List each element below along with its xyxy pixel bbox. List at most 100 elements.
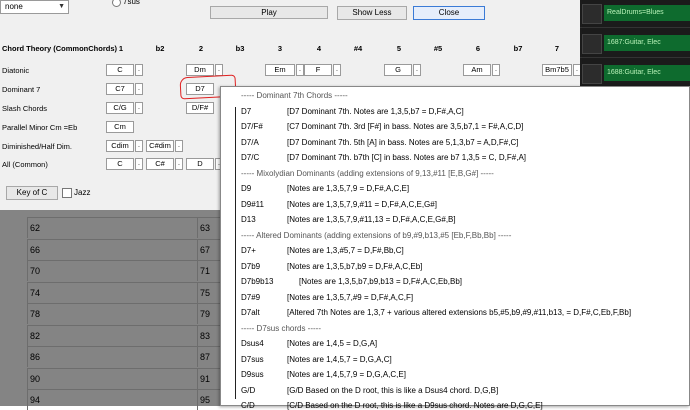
- chord-button[interactable]: Bm7b5: [542, 64, 572, 76]
- degree-header: 5: [396, 44, 402, 53]
- popup-menu-item[interactable]: D7b9b13 [Notes are 1,3,5,b7,b9,b13 = D,F#…: [241, 277, 462, 286]
- track-panel: RealDrums=Blues 1687:Guitar, Elec 1688:G…: [580, 0, 690, 90]
- popup-menu-item[interactable]: D7/C [D7 Dominant 7th. b7th [C] in bass. …: [241, 153, 526, 162]
- popup-menu-item[interactable]: D7b9 [Notes are 1,3,5,b7,b9 = D,F#,A,C,Eb…: [241, 262, 422, 271]
- popup-menu-item[interactable]: G/D [G/D Based on the D root, this is lik…: [241, 386, 498, 395]
- bar-number-cell[interactable]: 74: [27, 281, 197, 303]
- chord-button[interactable]: C: [106, 64, 134, 76]
- bar-number-cell[interactable]: 62: [27, 217, 197, 238]
- jazz-checkbox[interactable]: [62, 188, 72, 198]
- track-icon: [582, 4, 602, 24]
- chord-menu-button[interactable]: .: [135, 64, 143, 76]
- chord-menu-button[interactable]: .: [135, 140, 143, 152]
- chord-button[interactable]: D: [186, 158, 214, 170]
- track-icon: [582, 64, 602, 84]
- chord-menu-button[interactable]: .: [175, 140, 183, 152]
- chord-menu-button[interactable]: .: [492, 64, 500, 76]
- chord-description: [C7 Dominant 7th. 3rd [F#] in bass. Note…: [287, 122, 524, 131]
- chord-suggestion-popup: ----- Dominant 7th Chords ----- D7 [D7 Dom…: [220, 86, 690, 410]
- popup-menu-item[interactable]: D7/A [D7 Dominant 7th. 5th [A] in bass. N…: [241, 138, 518, 147]
- bar-number-cell[interactable]: 90: [27, 367, 197, 389]
- bar-number-cell[interactable]: 94: [27, 389, 197, 410]
- show-less-button[interactable]: Show Less: [337, 6, 407, 20]
- chord-menu-button[interactable]: .: [413, 64, 421, 76]
- chord-name: D7/C: [241, 153, 260, 162]
- chord-button[interactable]: Am: [463, 64, 491, 76]
- chord-name: D7: [241, 106, 252, 116]
- degree-header: 7: [554, 44, 560, 53]
- chord-name: D9#11: [241, 199, 264, 209]
- bar-number-cell[interactable]: 79: [197, 303, 220, 324]
- bar-number-cell[interactable]: 87: [197, 346, 220, 367]
- chord-button[interactable]: C: [106, 158, 134, 170]
- chord-type-combo[interactable]: none ▼: [0, 0, 69, 14]
- degree-header: 1: [118, 44, 124, 53]
- chord-description: [D7 Dominant 7th. Notes are 1,3,5,b7 = D…: [287, 106, 464, 116]
- chord-description: [Notes are 1,3,5,b7,b9,b13 = D,F#,A,C,Eb…: [299, 277, 462, 286]
- popup-menu-item[interactable]: D7#9 [Notes are 1,3,5,7,#9 = D,F#,A,C,F]: [241, 293, 413, 302]
- chevron-down-icon[interactable]: ▼: [58, 1, 65, 13]
- bar-number-cell[interactable]: 71: [197, 260, 220, 281]
- chord-button[interactable]: C#: [146, 158, 174, 170]
- bar-number-cell[interactable]: 95: [197, 389, 220, 410]
- popup-menu-item[interactable]: D7 [D7 Dominant 7th. Notes are 1,3,5,b7 =…: [241, 107, 464, 116]
- bar-number-cell[interactable]: 78: [27, 303, 197, 324]
- bar-number-cell[interactable]: 86: [27, 346, 197, 367]
- chord-button[interactable]: Cm: [106, 121, 134, 133]
- bar-number-cell[interactable]: 83: [197, 324, 220, 346]
- chord-button[interactable]: Dm: [186, 64, 214, 76]
- chord-name: G/D: [241, 385, 256, 395]
- key-of-button[interactable]: Key of C: [6, 186, 58, 200]
- popup-menu-item[interactable]: D7/F# [C7 Dominant 7th. 3rd [F#] in bass.…: [241, 122, 523, 131]
- chord-button[interactable]: C/G: [106, 102, 134, 114]
- chord-name: D7/A: [241, 137, 259, 147]
- track-row[interactable]: 1688:Guitar, Elec: [580, 60, 690, 88]
- play-button[interactable]: Play: [210, 6, 328, 19]
- chord-menu-button[interactable]: .: [135, 158, 143, 170]
- row-label-diatonic: Diatonic: [2, 66, 30, 75]
- bar-number-cell[interactable]: 75: [197, 281, 220, 303]
- chord-name: D7alt: [241, 308, 260, 317]
- chord-menu-button[interactable]: .: [135, 102, 143, 114]
- chord-menu-button[interactable]: .: [175, 158, 183, 170]
- degree-header: 6: [475, 44, 481, 53]
- chord-button[interactable]: F: [304, 64, 332, 76]
- bar-number-cell[interactable]: 70: [27, 260, 197, 281]
- radio-7sus-label: 7sus: [123, 0, 140, 6]
- chord-description: [Notes are 1,3,#5,7 = D,F#,Bb,C]: [287, 246, 404, 255]
- bar-number-cell[interactable]: 67: [197, 238, 220, 260]
- chord-menu-button[interactable]: .: [135, 83, 143, 95]
- close-button[interactable]: Close: [413, 6, 485, 20]
- popup-menu-item[interactable]: Dsus4 [Notes are 1,4,5 = D,G,A]: [241, 339, 377, 348]
- bar-number-cell[interactable]: 66: [27, 238, 197, 260]
- bar-number-cell[interactable]: 82: [27, 324, 197, 346]
- chord-name: Dsus4: [241, 339, 264, 348]
- bar-number-cell[interactable]: 63: [197, 217, 220, 238]
- chord-button[interactable]: D/F#: [186, 102, 214, 114]
- track-row[interactable]: 1687:Guitar, Elec: [580, 30, 690, 58]
- chord-button[interactable]: C#dim: [146, 140, 174, 152]
- track-label: 1687:Guitar, Elec: [604, 35, 690, 51]
- track-row[interactable]: RealDrums=Blues: [580, 0, 690, 28]
- track-icon: [582, 34, 602, 54]
- chord-button[interactable]: G: [384, 64, 412, 76]
- popup-menu-item[interactable]: D7alt [Altered 7th Notes are 1,3,7 + vari…: [241, 308, 631, 317]
- popup-menu-item[interactable]: D7sus [Notes are 1,4,5,7 = D,G,A,C]: [241, 355, 392, 364]
- chord-description: [Notes are 1,3,5,7,#9 = D,F#,A,C,F]: [287, 292, 414, 302]
- chord-menu-button[interactable]: .: [215, 64, 223, 76]
- bar-number-cell[interactable]: 91: [197, 367, 220, 389]
- popup-menu-item[interactable]: D7+ [Notes are 1,3,#5,7 = D,F#,Bb,C]: [241, 246, 404, 255]
- popup-menu-item[interactable]: D9sus [Notes are 1,4,5,7,9 = D,G,A,C,E]: [241, 370, 406, 379]
- chord-button[interactable]: C7: [106, 83, 134, 95]
- chord-menu-button[interactable]: .: [333, 64, 341, 76]
- chord-menu-button[interactable]: .: [296, 64, 304, 76]
- popup-menu-item[interactable]: D13 [Notes are 1,3,5,7,9,#11,13 = D,F#,A,…: [241, 215, 456, 224]
- chord-description: [Notes are 1,3,5,7,9 = D,F#,A,C,E]: [287, 184, 410, 193]
- chord-button[interactable]: Cdim: [106, 140, 134, 152]
- chord-button[interactable]: Em: [265, 64, 295, 76]
- chord-name: D7#9: [241, 292, 261, 302]
- popup-menu-item[interactable]: D9 [Notes are 1,3,5,7,9 = D,F#,A,C,E]: [241, 184, 409, 193]
- popup-menu-item[interactable]: D9#11 [Notes are 1,3,5,7,9,#11 = D,F#,A,C…: [241, 200, 437, 209]
- popup-divider: [235, 107, 236, 399]
- chord-description: [Notes are 1,3,5,7,9,#11 = D,F#,A,C,E,G#…: [287, 199, 437, 209]
